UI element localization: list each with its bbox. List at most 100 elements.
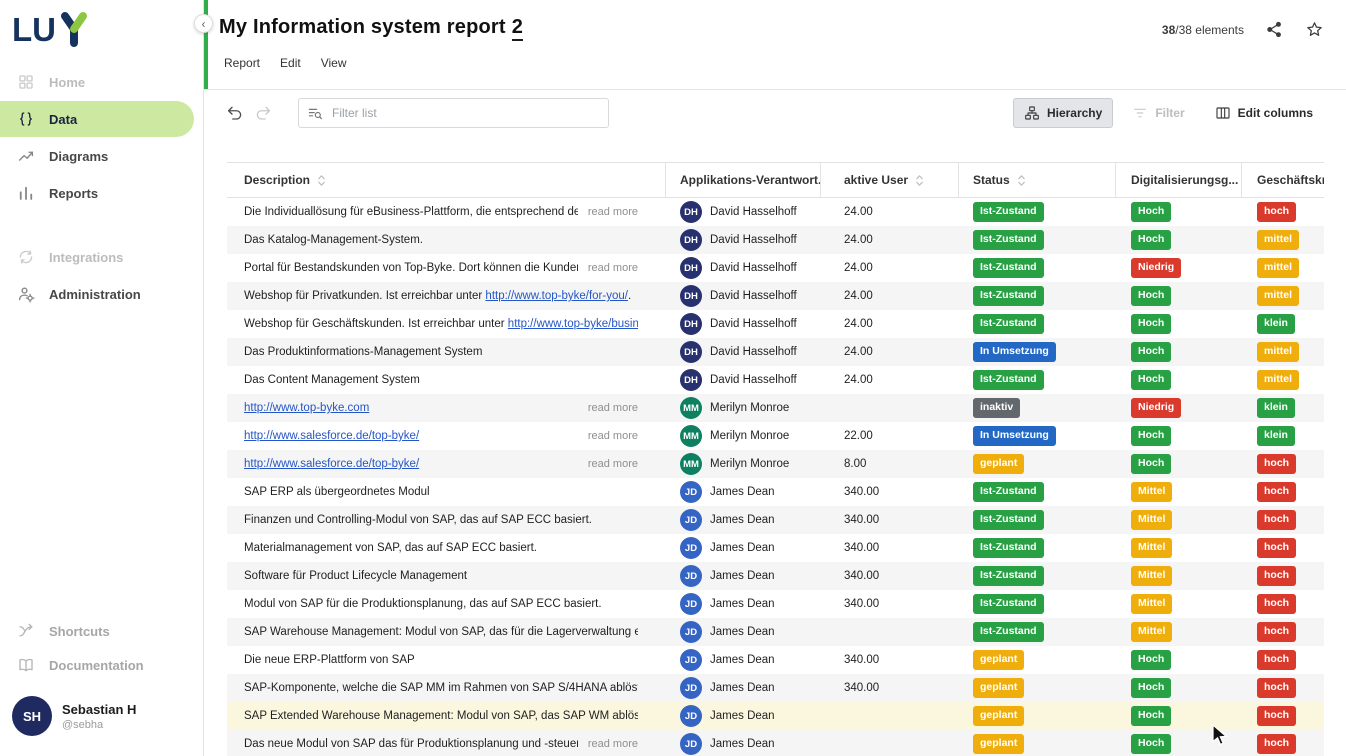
table-row[interactable]: Das neue Modul von SAP das für Produktio… xyxy=(227,730,1324,756)
owner-cell: MMMerilyn Monroe xyxy=(666,422,821,450)
table-row[interactable]: Materialmanagement von SAP, das auf SAP … xyxy=(227,534,1324,562)
menu-bar: Report Edit View xyxy=(219,56,1326,70)
sidebar-item-reports[interactable]: Reports xyxy=(0,175,194,211)
description-text: Materialmanagement von SAP, das auf SAP … xyxy=(244,542,638,554)
status-cell: geplant xyxy=(959,702,1116,730)
owner-cell: DHDavid Hasselhoff xyxy=(666,254,821,282)
table-row[interactable]: Das Katalog-Management-System.DHDavid Ha… xyxy=(227,226,1324,254)
filter-button[interactable]: Filter xyxy=(1121,98,1195,128)
active-user-value: 24.00 xyxy=(844,318,873,330)
owner-name: David Hasselhoff xyxy=(710,290,797,302)
criticality-cell: hoch xyxy=(1242,534,1324,562)
read-more-link[interactable]: read more xyxy=(588,262,638,274)
table-row[interactable]: SAP Warehouse Management: Modul von SAP,… xyxy=(227,618,1324,646)
table-row[interactable]: Software für Product Lifecycle Managemen… xyxy=(227,562,1324,590)
table-row[interactable]: SAP ERP als übergeordnetes ModulJDJames … xyxy=(227,478,1324,506)
hierarchy-button-label: Hierarchy xyxy=(1047,106,1102,120)
filter-input-field[interactable] xyxy=(330,105,600,121)
read-more-link[interactable]: read more xyxy=(588,402,638,414)
status-cell: Ist-Zustand xyxy=(959,282,1116,310)
description-text: Modul von SAP für die Produktionsplanung… xyxy=(244,598,638,610)
status-badge: In Umsetzung xyxy=(973,426,1056,445)
owner-cell: DHDavid Hasselhoff xyxy=(666,366,821,394)
table-row[interactable]: Portal für Bestandskunden von Top-Byke. … xyxy=(227,254,1324,282)
table-row[interactable]: Die Individuallösung für eBusiness-Platt… xyxy=(227,198,1324,226)
description-link[interactable]: http://www.top-byke/business/ xyxy=(508,318,638,330)
owner-cell: JDJames Dean xyxy=(666,478,821,506)
column-header-active-user[interactable]: aktive User xyxy=(821,163,959,197)
column-header-description[interactable]: Description xyxy=(227,163,666,197)
sidebar-item-administration[interactable]: Administration xyxy=(0,276,194,312)
sidebar-item-data[interactable]: Data xyxy=(0,101,194,137)
status-badge: Ist-Zustand xyxy=(973,594,1044,613)
digitalization-cell: Hoch xyxy=(1116,674,1242,702)
table-row[interactable]: http://www.top-byke.comread moreMMMerily… xyxy=(227,394,1324,422)
table-row[interactable]: SAP Extended Warehouse Management: Modul… xyxy=(227,702,1324,730)
table-row[interactable]: Das Produktinformations-Management Syste… xyxy=(227,338,1324,366)
active-user-cell: 24.00 xyxy=(821,366,959,394)
read-more-link[interactable]: read more xyxy=(588,738,638,750)
code-braces-icon xyxy=(17,110,35,128)
user-name: Sebastian H xyxy=(62,702,136,717)
menu-view[interactable]: View xyxy=(321,56,347,70)
owner-avatar: JD xyxy=(680,509,702,531)
redo-icon[interactable] xyxy=(254,104,272,122)
criticality-cell: klein xyxy=(1242,422,1324,450)
read-more-link[interactable]: read more xyxy=(588,206,638,218)
description-link[interactable]: http://www.salesforce.de/top-byke/ xyxy=(244,430,419,442)
status-badge: Ist-Zustand xyxy=(973,538,1044,557)
owner-cell: DHDavid Hasselhoff xyxy=(666,198,821,226)
sidebar-item-integrations[interactable]: Integrations xyxy=(0,239,194,275)
table-row[interactable]: http://www.salesforce.de/top-byke/read m… xyxy=(227,422,1324,450)
sidebar-item-documentation[interactable]: Documentation xyxy=(0,648,203,682)
owner-cell: JDJames Dean xyxy=(666,590,821,618)
description-link[interactable]: http://www.salesforce.de/top-byke/ xyxy=(244,458,419,470)
table-body: Die Individuallösung für eBusiness-Platt… xyxy=(227,198,1324,756)
description-link[interactable]: http://www.top-byke/for-you/ xyxy=(485,290,628,302)
sidebar-item-label: Documentation xyxy=(49,658,144,673)
read-more-link[interactable]: read more xyxy=(588,458,638,470)
share-icon[interactable] xyxy=(1265,20,1284,39)
menu-edit[interactable]: Edit xyxy=(280,56,301,70)
owner-avatar: JD xyxy=(680,649,702,671)
edit-columns-button[interactable]: Edit columns xyxy=(1204,98,1324,128)
column-header-application-owner[interactable]: Applikations-Verantwort... xyxy=(666,163,821,197)
column-header-digitalization[interactable]: Digitalisierungsg... xyxy=(1116,163,1242,197)
hierarchy-button[interactable]: Hierarchy xyxy=(1013,98,1113,128)
sort-icon xyxy=(317,174,326,187)
table-row[interactable]: Finanzen und Controlling-Modul von SAP, … xyxy=(227,506,1324,534)
description-text: Das Produktinformations-Management Syste… xyxy=(244,346,638,358)
menu-report[interactable]: Report xyxy=(224,56,260,70)
sidebar-collapse-button[interactable]: ‹ xyxy=(194,14,213,33)
status-cell: Ist-Zustand xyxy=(959,618,1116,646)
sidebar-item-diagrams[interactable]: Diagrams xyxy=(0,138,194,174)
table-row[interactable]: Webshop für Geschäftskunden. Ist erreich… xyxy=(227,310,1324,338)
owner-name: James Dean xyxy=(710,738,775,750)
table-row[interactable]: SAP-Komponente, welche die SAP MM im Rah… xyxy=(227,674,1324,702)
criticality-cell: hoch xyxy=(1242,506,1324,534)
table-row[interactable]: http://www.salesforce.de/top-byke/read m… xyxy=(227,450,1324,478)
user-profile[interactable]: SH Sebastian H @sebha xyxy=(0,682,203,750)
column-header-status[interactable]: Status xyxy=(959,163,1116,197)
owner-cell: JDJames Dean xyxy=(666,562,821,590)
description-link[interactable]: http://www.top-byke.com xyxy=(244,402,369,414)
filter-list-input[interactable] xyxy=(298,98,609,128)
sidebar-item-home[interactable]: Home xyxy=(0,64,194,100)
digitalization-badge: Hoch xyxy=(1131,678,1171,697)
owner-avatar: DH xyxy=(680,341,702,363)
report-table: Description Applikations-Verantwort... a… xyxy=(227,162,1324,756)
star-icon[interactable] xyxy=(1305,20,1324,39)
description-text: Das neue Modul von SAP das für Produktio… xyxy=(244,738,578,750)
table-row[interactable]: Die neue ERP-Plattform von SAPJDJames De… xyxy=(227,646,1324,674)
table-row[interactable]: Das Content Management SystemDHDavid Has… xyxy=(227,366,1324,394)
read-more-link[interactable]: read more xyxy=(588,430,638,442)
active-user-cell xyxy=(821,394,959,422)
sidebar-item-shortcuts[interactable]: Shortcuts xyxy=(0,614,203,648)
table-row[interactable]: Webshop für Privatkunden. Ist erreichbar… xyxy=(227,282,1324,310)
table-row[interactable]: Modul von SAP für die Produktionsplanung… xyxy=(227,590,1324,618)
undo-icon[interactable] xyxy=(226,104,244,122)
status-cell: In Umsetzung xyxy=(959,422,1116,450)
column-header-business-criticality[interactable]: Geschäftskritik... xyxy=(1242,163,1324,197)
columns-icon xyxy=(1215,105,1231,121)
description-text: Portal für Bestandskunden von Top-Byke. … xyxy=(244,262,578,274)
